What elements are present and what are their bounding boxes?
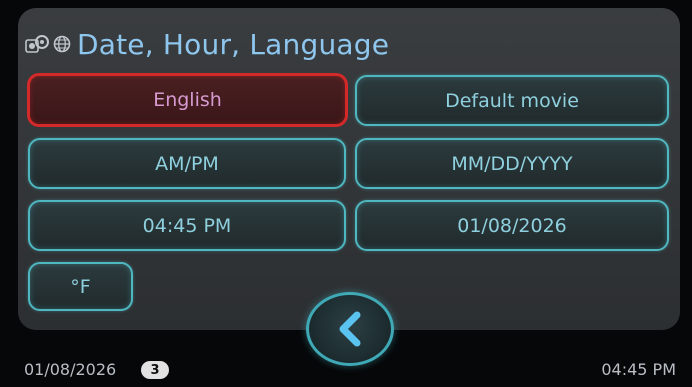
default-movie-button-label: Default movie (445, 89, 579, 112)
language-button-label: English (153, 89, 222, 111)
page-title: Date, Hour, Language (77, 27, 390, 61)
footer-date: 01/08/2026 (24, 360, 117, 379)
time-format-button[interactable]: AM/PM (28, 138, 346, 189)
temperature-unit-button-label: °F (70, 275, 91, 298)
temperature-unit-button[interactable]: °F (28, 262, 133, 311)
header-icons (24, 34, 71, 54)
footer-time: 04:45 PM (601, 360, 676, 379)
language-button[interactable]: English (27, 73, 348, 127)
date-format-button[interactable]: MM/DD/YYYY (355, 138, 669, 189)
back-button[interactable] (306, 292, 394, 366)
date-button[interactable]: 01/08/2026 (355, 200, 669, 251)
time-button-label: 04:45 PM (142, 214, 232, 237)
time-button[interactable]: 04:45 PM (28, 200, 346, 251)
date-format-button-label: MM/DD/YYYY (451, 152, 573, 175)
notification-badge: 3 (141, 361, 169, 379)
screen: Date, Hour, Language English Default mov… (0, 0, 692, 387)
chevron-left-icon (339, 311, 361, 347)
date-button-label: 01/08/2026 (457, 214, 567, 237)
time-format-button-label: AM/PM (155, 152, 219, 175)
globe-icon (53, 35, 71, 53)
header: Date, Hour, Language (24, 22, 389, 66)
settings-gears-icon (25, 35, 49, 53)
default-movie-button[interactable]: Default movie (355, 75, 669, 126)
